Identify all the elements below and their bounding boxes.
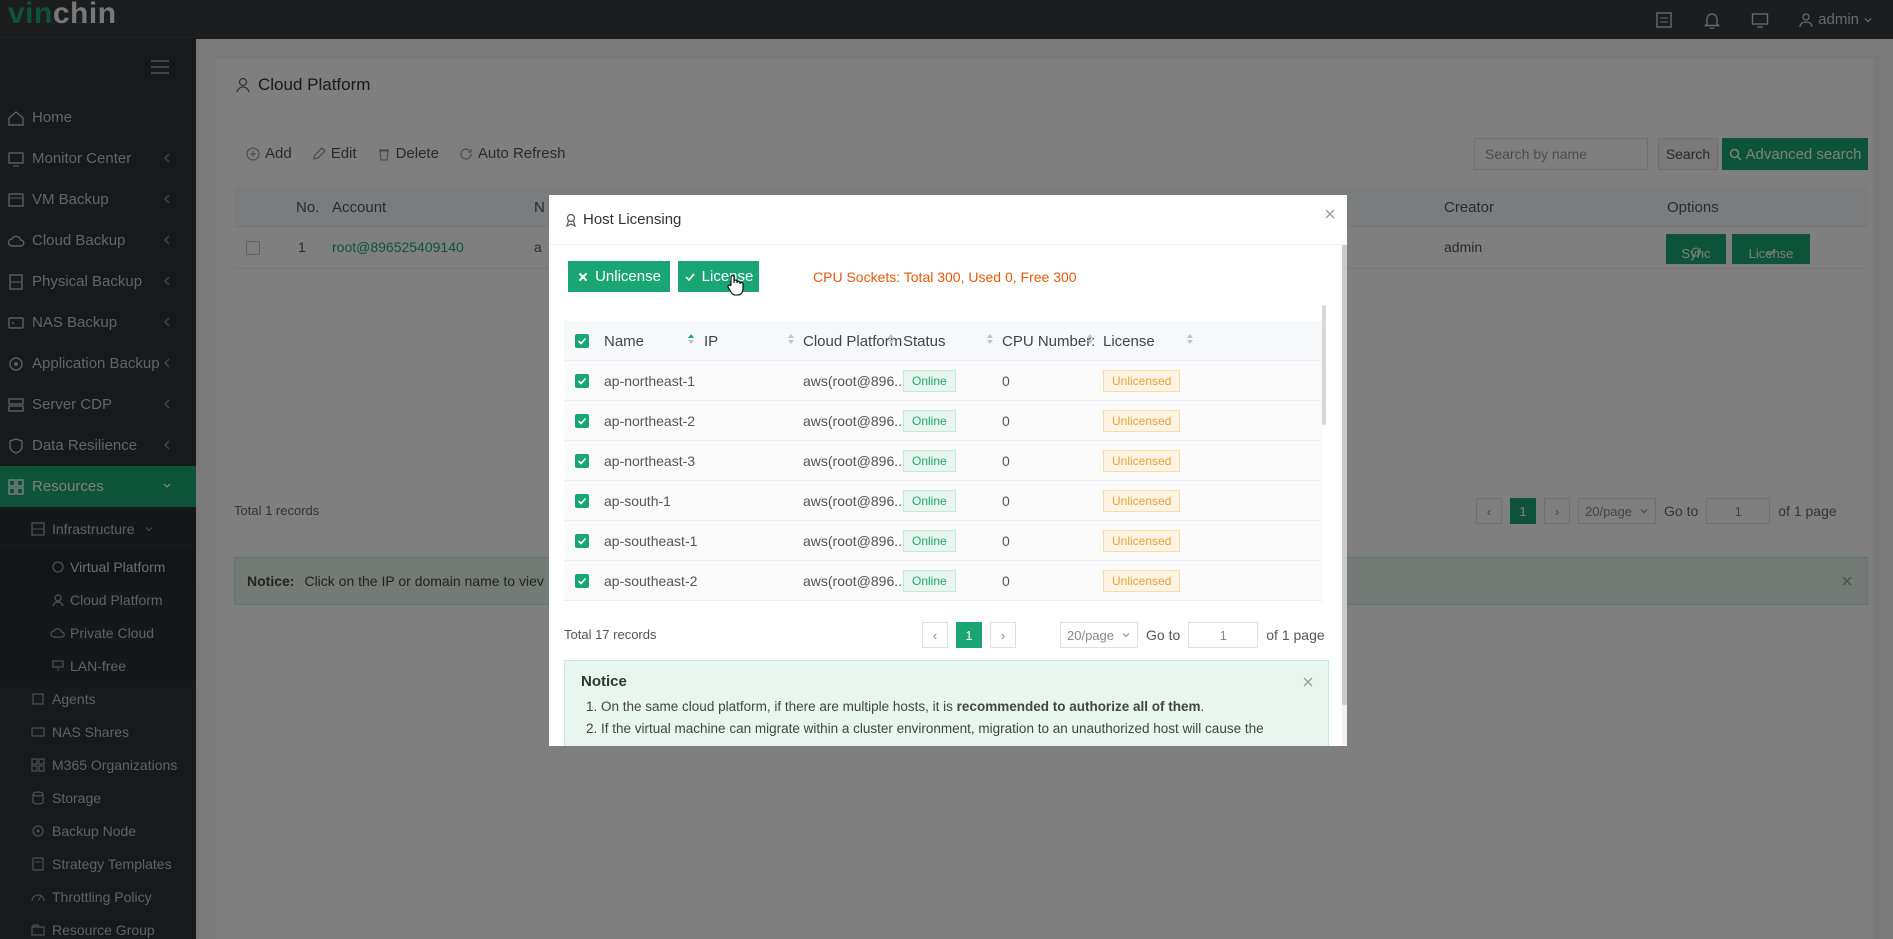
license-badge: Unlicensed bbox=[1103, 490, 1181, 512]
close-icon[interactable] bbox=[1302, 676, 1314, 688]
sort-icon[interactable] bbox=[986, 333, 994, 345]
hand-cursor-icon bbox=[726, 274, 744, 296]
col-cpu-number[interactable]: CPU Number: bbox=[1002, 333, 1095, 350]
status-badge: Online bbox=[903, 570, 956, 592]
license-badge: Unlicensed bbox=[1103, 370, 1181, 392]
status-badge: Online bbox=[903, 490, 956, 512]
row-checkbox[interactable] bbox=[575, 414, 589, 428]
total-records: Total 17 records bbox=[564, 627, 657, 642]
check-icon bbox=[684, 271, 696, 283]
status-badge: Online bbox=[903, 370, 956, 392]
status-badge: Online bbox=[903, 530, 956, 552]
host-name: ap-southeast-1 bbox=[604, 533, 698, 549]
host-name: ap-northeast-2 bbox=[604, 413, 696, 429]
row-checkbox[interactable] bbox=[575, 574, 589, 588]
license-button[interactable]: License bbox=[678, 261, 759, 292]
table-row[interactable]: ap-northeast-1 aws(root@896... Online 0 … bbox=[564, 361, 1322, 401]
col-status[interactable]: Status bbox=[903, 333, 946, 350]
dialog-scrollbar[interactable] bbox=[1342, 245, 1347, 745]
hosts-table-header: Name IP Cloud Platform Status CPU Number… bbox=[564, 321, 1322, 361]
license-badge: Unlicensed bbox=[1103, 410, 1181, 432]
host-cloud: aws(root@896... bbox=[803, 493, 906, 509]
host-name: ap-northeast-3 bbox=[604, 453, 696, 469]
host-cloud: aws(root@896... bbox=[803, 533, 906, 549]
pagination: ‹ 1 › 20/page Go to 1 of 1 page bbox=[922, 622, 1325, 648]
page-count: of 1 page bbox=[1266, 627, 1325, 643]
notice-title: Notice bbox=[581, 673, 627, 690]
table-scrollbar[interactable] bbox=[1322, 305, 1326, 425]
host-name: ap-south-1 bbox=[604, 493, 671, 509]
host-cloud: aws(root@896... bbox=[803, 373, 906, 389]
host-cpu: 0 bbox=[1002, 413, 1010, 429]
host-name: ap-southeast-2 bbox=[604, 573, 698, 589]
notice-line: 1. On the same cloud platform, if there … bbox=[586, 699, 1205, 714]
sort-icon[interactable] bbox=[787, 333, 795, 345]
col-ip[interactable]: IP bbox=[704, 333, 718, 350]
dialog-header: Host Licensing bbox=[549, 195, 1347, 245]
page-number[interactable]: 1 bbox=[956, 622, 982, 648]
host-cloud: aws(root@896... bbox=[803, 413, 906, 429]
cpu-sockets-info: CPU Sockets: Total 300, Used 0, Free 300 bbox=[813, 269, 1077, 285]
unlicense-button[interactable]: Unlicense bbox=[568, 261, 670, 292]
goto-input[interactable]: 1 bbox=[1188, 622, 1259, 648]
license-badge: Unlicensed bbox=[1103, 450, 1181, 472]
sort-asc-icon[interactable] bbox=[687, 333, 695, 345]
prev-page-button[interactable]: ‹ bbox=[922, 622, 948, 648]
sort-icon[interactable] bbox=[1086, 333, 1094, 345]
col-name[interactable]: Name bbox=[604, 333, 644, 350]
table-row[interactable]: ap-northeast-3 aws(root@896... Online 0 … bbox=[564, 441, 1322, 481]
notice-panel: Notice 1. On the same cloud platform, if… bbox=[564, 660, 1329, 746]
goto-label: Go to bbox=[1146, 627, 1181, 643]
select-all-checkbox[interactable] bbox=[575, 334, 589, 348]
row-checkbox[interactable] bbox=[575, 534, 589, 548]
host-cpu: 0 bbox=[1002, 493, 1010, 509]
host-cloud: aws(root@896... bbox=[803, 453, 906, 469]
status-badge: Online bbox=[903, 450, 956, 472]
table-row[interactable]: ap-south-1 aws(root@896... Online 0 Unli… bbox=[564, 481, 1322, 521]
row-checkbox[interactable] bbox=[575, 454, 589, 468]
host-licensing-dialog: Host Licensing Unlicense License CPU Soc… bbox=[549, 195, 1347, 746]
col-license[interactable]: License bbox=[1103, 333, 1155, 350]
close-icon[interactable] bbox=[1323, 207, 1337, 221]
table-row[interactable]: ap-southeast-1 aws(root@896... Online 0 … bbox=[564, 521, 1322, 561]
row-checkbox[interactable] bbox=[575, 374, 589, 388]
license-badge: Unlicensed bbox=[1103, 570, 1181, 592]
host-cpu: 0 bbox=[1002, 533, 1010, 549]
chevron-down-icon bbox=[1121, 630, 1131, 640]
hosts-table: Name IP Cloud Platform Status CPU Number… bbox=[564, 321, 1322, 601]
host-cpu: 0 bbox=[1002, 373, 1010, 389]
row-checkbox[interactable] bbox=[575, 494, 589, 508]
notice-line: 2. If the virtual machine can migrate wi… bbox=[586, 721, 1264, 736]
host-cloud: aws(root@896... bbox=[803, 573, 906, 589]
license-badge: Unlicensed bbox=[1103, 530, 1181, 552]
table-row[interactable]: ap-northeast-2 aws(root@896... Online 0 … bbox=[564, 401, 1322, 441]
sort-icon[interactable] bbox=[887, 333, 895, 345]
dialog-title: Host Licensing bbox=[583, 211, 682, 228]
status-badge: Online bbox=[903, 410, 956, 432]
x-icon bbox=[577, 271, 589, 283]
host-cpu: 0 bbox=[1002, 573, 1010, 589]
license-icon bbox=[563, 212, 579, 228]
page-size-select[interactable]: 20/page bbox=[1060, 622, 1138, 648]
table-row[interactable]: ap-southeast-2 aws(root@896... Online 0 … bbox=[564, 561, 1322, 601]
host-name: ap-northeast-1 bbox=[604, 373, 696, 389]
sort-icon[interactable] bbox=[1186, 333, 1194, 345]
host-cpu: 0 bbox=[1002, 453, 1010, 469]
next-page-button[interactable]: › bbox=[990, 622, 1016, 648]
